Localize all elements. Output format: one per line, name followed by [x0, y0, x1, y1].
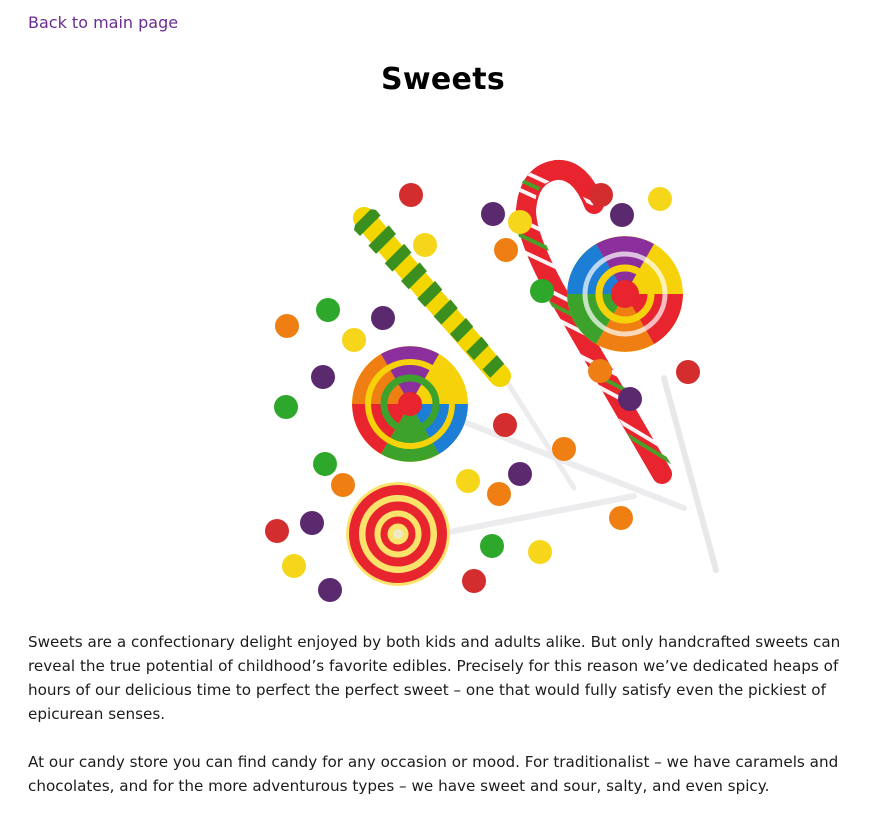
sweets-hero-image — [244, 118, 744, 616]
back-to-main-link[interactable]: Back to main page — [28, 12, 178, 34]
lollipop-red-yellow — [346, 482, 450, 586]
candy-illustration — [265, 159, 719, 602]
page-title: Sweets — [380, 62, 505, 97]
description-paragraph-2: At our candy store you can find candy fo… — [28, 753, 839, 795]
description-paragraph-1: Sweets are a confectionary delight enjoy… — [28, 633, 841, 723]
lollipop-rainbow-large — [567, 236, 683, 352]
sweets-description: Sweets are a confectionary delight enjoy… — [28, 630, 858, 822]
lollipop-rainbow-middle — [352, 346, 468, 462]
